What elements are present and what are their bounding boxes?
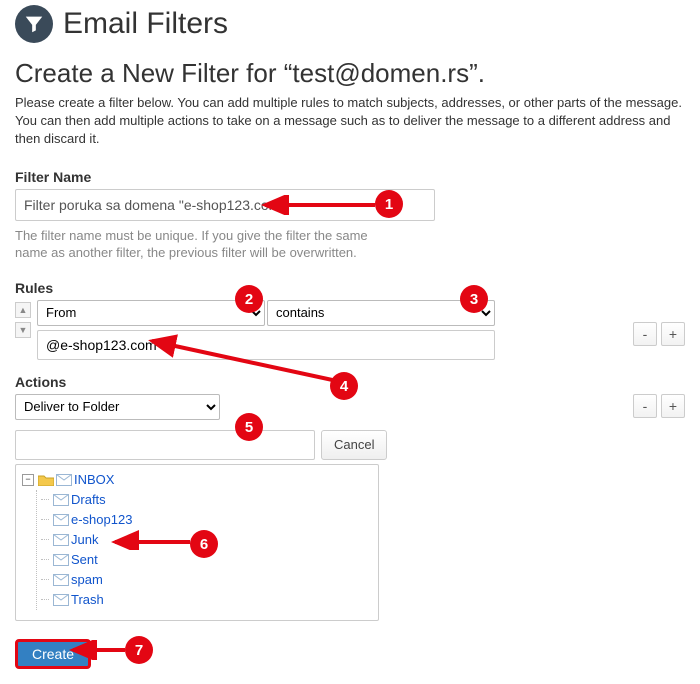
tree-item-label: Sent (71, 552, 98, 567)
tree-collapse-icon[interactable]: − (22, 474, 34, 486)
rule-remove-button[interactable]: - (633, 322, 657, 346)
filter-name-help: The filter name must be unique. If you g… (15, 227, 385, 262)
tree-item-label: Drafts (71, 492, 106, 507)
mail-icon (53, 574, 69, 586)
page-header: Email Filters (15, 5, 685, 43)
folder-icon (38, 474, 54, 486)
page-subtitle: Create a New Filter for “test@domen.rs”. (15, 58, 685, 89)
create-button[interactable]: Create (15, 639, 91, 669)
tree-item[interactable]: Drafts (41, 490, 372, 510)
tree-item[interactable]: spam (41, 570, 372, 590)
mail-icon (53, 494, 69, 506)
filter-name-input[interactable] (15, 189, 435, 221)
rule-value-input[interactable] (37, 330, 495, 360)
rule-handle-down-icon[interactable]: ▼ (15, 322, 31, 338)
folder-tree: − INBOX Drafts e-shop123 Junk Sent spam Trash (15, 464, 379, 621)
tree-item[interactable]: Sent (41, 550, 372, 570)
rule-add-button[interactable]: + (661, 322, 685, 346)
tree-root-label[interactable]: INBOX (74, 472, 114, 487)
tree-item-label: spam (71, 572, 103, 587)
tree-item-label: Junk (71, 532, 98, 547)
action-add-button[interactable]: + (661, 394, 685, 418)
mail-icon (56, 474, 72, 486)
mail-icon (53, 534, 69, 546)
rules-label: Rules (15, 280, 685, 296)
tree-root-row[interactable]: − INBOX (22, 470, 372, 490)
funnel-icon (15, 5, 53, 43)
rule-drag-handles: ▲ ▼ (15, 302, 31, 338)
action-remove-button[interactable]: - (633, 394, 657, 418)
mail-icon (53, 594, 69, 606)
annotation-callout-7: 7 (125, 636, 153, 664)
filter-name-label: Filter Name (15, 169, 685, 185)
tree-item[interactable]: Trash (41, 590, 372, 610)
rule-condition-select[interactable]: contains (267, 300, 495, 326)
rule-field-select[interactable]: From (37, 300, 265, 326)
cancel-button[interactable]: Cancel (321, 430, 387, 460)
tree-item-label: e-shop123 (71, 512, 132, 527)
actions-label: Actions (15, 374, 685, 390)
mail-icon (53, 514, 69, 526)
mail-icon (53, 554, 69, 566)
page-title: Email Filters (63, 7, 228, 41)
tree-item[interactable]: e-shop123 (41, 510, 372, 530)
tree-item-label: Trash (71, 592, 104, 607)
rule-row: ▲ ▼ From contains - + (15, 300, 685, 360)
intro-text: Please create a filter below. You can ad… (15, 94, 685, 149)
rule-handle-up-icon[interactable]: ▲ (15, 302, 31, 318)
action-select[interactable]: Deliver to Folder (15, 394, 220, 420)
folder-path-input[interactable] (15, 430, 315, 460)
action-row: Deliver to Folder Cancel − INBOX Drafts e… (15, 394, 685, 621)
tree-item[interactable]: Junk (41, 530, 372, 550)
